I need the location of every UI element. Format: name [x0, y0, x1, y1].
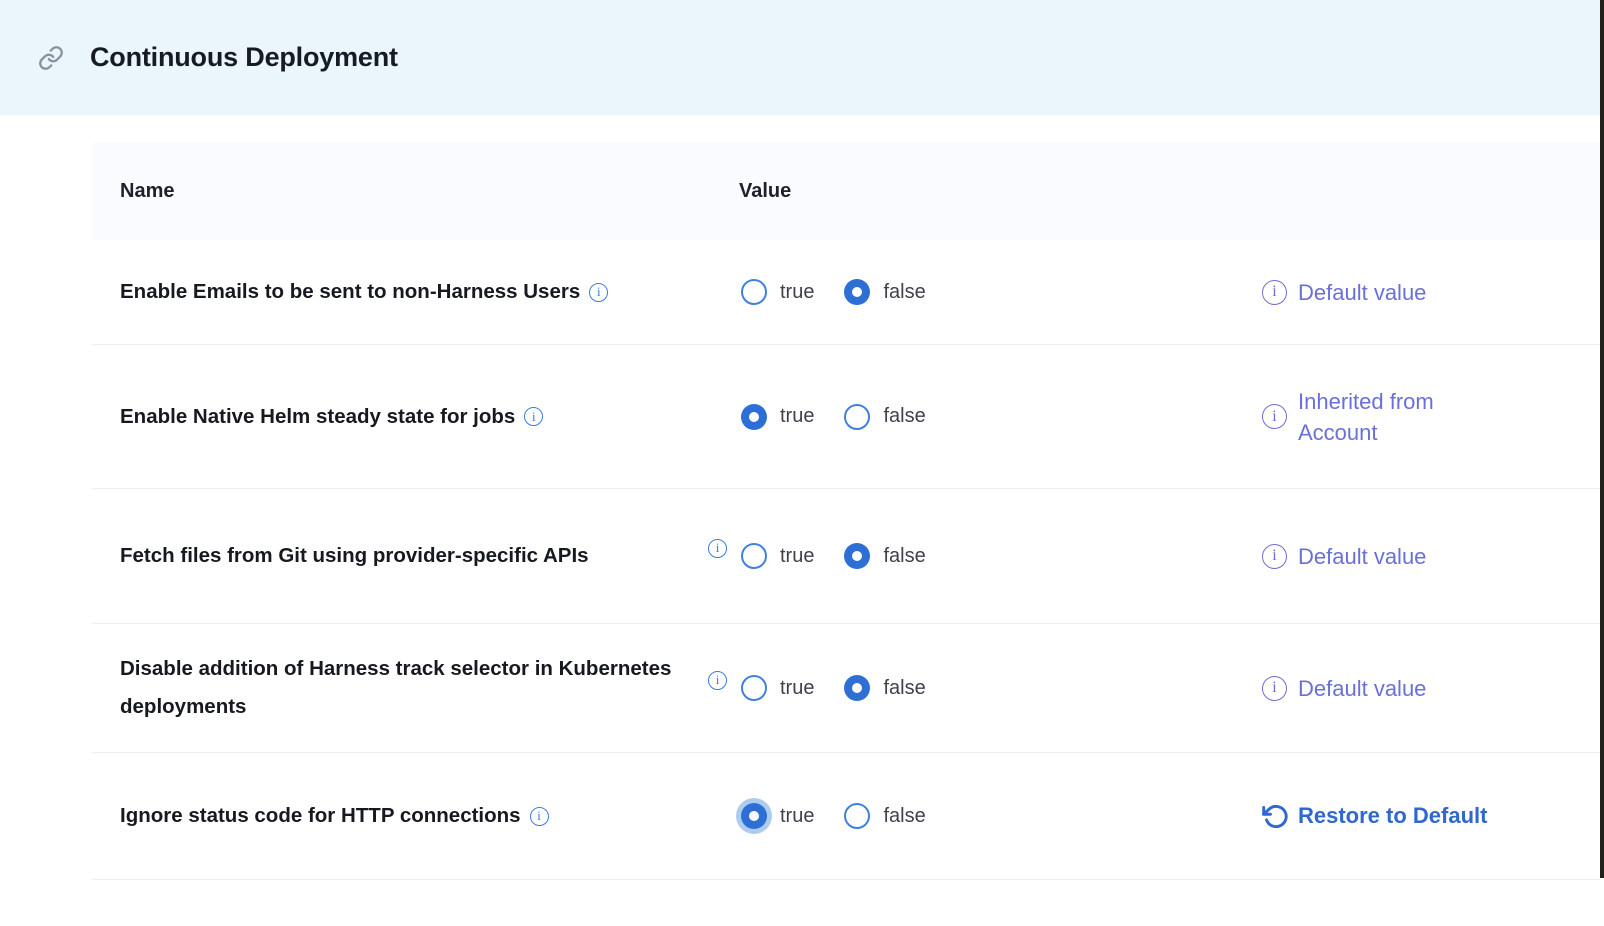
setting-value: i true false	[702, 543, 1262, 569]
setting-value: true false	[702, 404, 1262, 430]
table-row: Ignore status code for HTTP connections i…	[92, 753, 1600, 880]
radio-false[interactable]	[844, 803, 870, 829]
radio-option-true[interactable]: true	[741, 675, 814, 701]
restore-label: Restore to Default	[1298, 803, 1487, 829]
link-icon[interactable]	[38, 45, 64, 71]
status-badge: i Default value	[1262, 277, 1600, 308]
radio-false-label: false	[883, 677, 925, 700]
setting-name-label: Enable Emails to be sent to non-Harness …	[120, 280, 580, 303]
radio-option-true[interactable]: true	[741, 279, 814, 305]
radio-true[interactable]	[741, 279, 767, 305]
setting-name: Fetch files from Git using provider-spec…	[92, 537, 702, 575]
radio-true-label: true	[780, 805, 814, 828]
info-icon[interactable]: i	[530, 807, 549, 826]
info-icon[interactable]: i	[1262, 544, 1287, 569]
restore-icon	[1262, 803, 1289, 830]
info-icon[interactable]: i	[589, 283, 608, 302]
status-badge: i Inherited from Account	[1262, 386, 1600, 448]
status-badge: i Default value	[1262, 673, 1600, 704]
radio-option-false[interactable]: false	[844, 404, 925, 430]
radio-true-label: true	[780, 281, 814, 304]
setting-name: Enable Native Helm steady state for jobs…	[92, 398, 702, 436]
setting-value: true false	[702, 279, 1262, 305]
status-label: Default value	[1298, 277, 1426, 308]
radio-true-label: true	[780, 677, 814, 700]
radio-true-label: true	[780, 545, 814, 568]
radio-false[interactable]	[844, 279, 870, 305]
radio-group: true false	[741, 279, 926, 305]
settings-table: Name Value Enable Emails to be sent to n…	[92, 143, 1600, 880]
radio-option-true[interactable]: true	[741, 803, 814, 829]
radio-false[interactable]	[844, 404, 870, 430]
radio-true[interactable]	[741, 543, 767, 569]
radio-group: true false	[741, 803, 926, 829]
radio-option-false[interactable]: false	[844, 543, 925, 569]
info-icon[interactable]: i	[708, 539, 727, 558]
status-label: Default value	[1298, 541, 1426, 572]
table-header-row: Name Value	[92, 143, 1600, 240]
setting-name: Disable addition of Harness track select…	[92, 650, 702, 726]
radio-option-true[interactable]: true	[741, 404, 814, 430]
column-header-name: Name	[92, 180, 702, 203]
setting-name-label: Ignore status code for HTTP connections	[120, 804, 521, 827]
info-icon[interactable]: i	[1262, 280, 1287, 305]
radio-true[interactable]	[741, 404, 767, 430]
radio-false-label: false	[883, 805, 925, 828]
radio-option-false[interactable]: false	[844, 803, 925, 829]
status-badge: i Default value	[1262, 541, 1600, 572]
radio-option-true[interactable]: true	[741, 543, 814, 569]
radio-group: true false	[741, 675, 926, 701]
info-icon[interactable]: i	[708, 671, 727, 690]
setting-name: Enable Emails to be sent to non-Harness …	[92, 273, 702, 311]
restore-to-default-button[interactable]: Restore to Default	[1262, 803, 1487, 830]
setting-name: Ignore status code for HTTP connections i	[92, 797, 702, 835]
column-header-value: Value	[702, 180, 1262, 203]
radio-false[interactable]	[844, 675, 870, 701]
radio-true[interactable]	[741, 675, 767, 701]
radio-false[interactable]	[844, 543, 870, 569]
setting-name-label: Disable addition of Harness track select…	[120, 657, 671, 718]
radio-false-label: false	[883, 281, 925, 304]
radio-group: true false	[741, 404, 926, 430]
setting-name-label: Enable Native Helm steady state for jobs	[120, 405, 515, 428]
radio-group: true false	[741, 543, 926, 569]
radio-false-label: false	[883, 405, 925, 428]
table-row: Enable Native Helm steady state for jobs…	[92, 345, 1600, 489]
section-header: Continuous Deployment	[0, 0, 1604, 115]
radio-option-false[interactable]: false	[844, 675, 925, 701]
background-edge	[1600, 0, 1604, 878]
restore-default-link: Restore to Default	[1262, 803, 1600, 830]
radio-true-label: true	[780, 405, 814, 428]
setting-name-label: Fetch files from Git using provider-spec…	[120, 544, 589, 567]
status-label: Default value	[1298, 673, 1426, 704]
info-icon[interactable]: i	[1262, 676, 1287, 701]
setting-value: true false	[702, 803, 1262, 829]
radio-option-false[interactable]: false	[844, 279, 925, 305]
setting-value: i true false	[702, 675, 1262, 701]
radio-false-label: false	[883, 545, 925, 568]
radio-true[interactable]	[741, 803, 767, 829]
table-row: Fetch files from Git using provider-spec…	[92, 489, 1600, 624]
table-row: Disable addition of Harness track select…	[92, 624, 1600, 753]
page-title: Continuous Deployment	[90, 42, 398, 73]
status-label: Inherited from Account	[1298, 386, 1503, 448]
table-row: Enable Emails to be sent to non-Harness …	[92, 240, 1600, 345]
info-icon[interactable]: i	[1262, 404, 1287, 429]
info-icon[interactable]: i	[524, 407, 543, 426]
